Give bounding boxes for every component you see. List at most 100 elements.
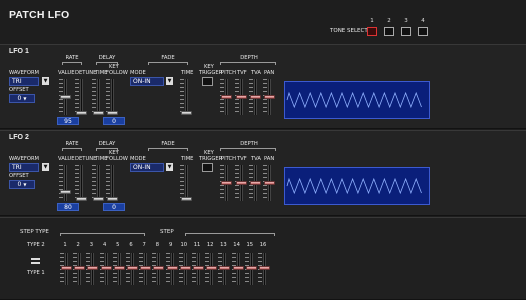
lfo1-label-pitch: PITCH [221,70,237,76]
lfo1-label-tva: TVA [251,70,261,76]
lfo1-rate-value-box[interactable]: 95 [57,117,79,125]
lfo2-fade-mode-value: ON-IN [133,164,151,171]
step-4-slider-knob[interactable] [100,266,112,270]
lfo2-rate-value-box[interactable]: 80 [57,203,79,211]
lfo2-offset-select[interactable]: 0 ▼ [9,180,35,189]
step-6-slider-knob[interactable] [127,266,138,270]
lfo1-fade-mode-select[interactable]: ON-IN [130,77,164,86]
lfo2-waveform-dropdown-icon[interactable]: ▼ [42,163,49,171]
lfo2-depth-header: DEPTH [240,141,258,147]
lfo2-delay-key-follow-value-box[interactable]: 0 [103,203,125,211]
lfo1-delay-key-follow-slider-knob[interactable] [107,111,118,115]
lfo1-panel: LFO 1 RATE DELAY FADE DEPTH VALUE DETUNE TIME FO… [0,44,526,129]
lfo2-rate-detune-slider-track[interactable] [80,165,83,201]
step-number-9: 9 [168,242,173,248]
step-14-slider-knob[interactable] [232,266,244,270]
tone-select-button-3[interactable] [401,27,411,36]
step-type-switch[interactable] [31,258,40,260]
lfo2-fade-time-slider-knob[interactable] [181,197,192,201]
step-number-5: 5 [116,242,120,248]
step-1-slider-knob[interactable] [61,266,72,270]
lfo2-fade-bracket [148,148,188,151]
step-number-11: 11 [193,242,201,248]
lfo1-label-fade_time: TIME [181,70,194,76]
lfo1-delay-time-slider-track[interactable] [97,79,100,115]
lfo1-rate-detune-slider-track[interactable] [80,79,83,115]
lfo2-delay-key-follow-slider-track[interactable] [111,165,114,201]
lfo1-label-offset: OFFSET [9,87,29,93]
lfo1-waveform-line [286,91,422,109]
step-12-slider-knob[interactable] [206,266,218,270]
step-number-15: 15 [246,242,254,248]
lfo2-depth-pitch-slider-knob[interactable] [221,181,232,185]
lfo1-key-trigger-button[interactable] [202,77,213,86]
lfo2-key-trigger-button[interactable] [202,163,213,172]
lfo1-delay-key-follow-value-box[interactable]: 0 [103,117,125,125]
step-number-6: 6 [129,242,133,248]
step-2-slider-knob[interactable] [74,266,86,270]
step-7-slider-knob[interactable] [140,266,152,270]
lfo1-depth-tvf-slider-knob[interactable] [236,95,247,99]
lfo1-fade-mode-value: ON-IN [133,78,151,85]
lfo2-rate-value-slider-ticks [59,165,63,201]
tone-number-2: 2 [387,18,391,24]
lfo1-waveform-select[interactable]: TRI [9,77,39,86]
lfo1-fade-mode-dropdown-icon[interactable]: ▼ [166,77,173,85]
step-13-slider-knob[interactable] [219,266,231,270]
lfo1-label-key-trigger: KEY [204,64,214,70]
step-number-12: 12 [206,242,214,248]
lfo2-fade-time-slider-track[interactable] [185,165,188,201]
lfo2-depth-tva-slider-knob[interactable] [250,181,261,185]
lfo2-rate-detune-slider-knob[interactable] [76,197,87,201]
tone-select-button-1[interactable] [367,27,377,36]
step-15-slider-knob[interactable] [245,266,257,270]
lfo1-fade-time-slider-knob[interactable] [181,111,192,115]
lfo1-delay-key-follow-slider-track[interactable] [111,79,114,115]
lfo2-waveform-select[interactable]: TRI [9,163,39,172]
lfo1-depth-pan-slider-knob[interactable] [264,95,275,99]
step-number-1: 1 [63,242,67,248]
step-bracket-left [60,233,145,236]
lfo1-depth-pitch-slider-knob[interactable] [221,95,232,99]
lfo2-fade-mode-select[interactable]: ON-IN [130,163,164,172]
lfo1-delay-time-slider-knob[interactable] [93,111,104,115]
step-type-label: STEP TYPE [20,229,49,235]
lfo2-rate-value-slider-knob[interactable] [60,190,71,194]
step-number-3: 3 [89,242,94,248]
lfo2-depth-pan-slider-knob[interactable] [264,181,275,185]
lfo2-depth-tvf-slider-knob[interactable] [236,181,247,185]
step-8-slider-knob[interactable] [153,266,165,270]
tone-number-3: 3 [404,18,408,24]
lfo2-rate-value-slider-track[interactable] [64,165,67,201]
lfo2-label-follow: FOLLOW [106,156,128,162]
lfo2-fade-mode-dropdown-icon[interactable]: ▼ [166,163,173,171]
lfo2-delay-time-slider-ticks [92,165,96,201]
lfo1-offset-select[interactable]: 0 ▼ [9,94,35,103]
step-3-slider-knob[interactable] [87,266,99,270]
tone-select-label: TONE SELECT [330,28,368,34]
step-11-slider-knob[interactable] [193,266,204,270]
step-16-slider-knob[interactable] [259,266,270,270]
lfo2-delay-time-slider-track[interactable] [97,165,100,201]
lfo1-fade-time-slider-track[interactable] [185,79,188,115]
step-number-4: 4 [102,242,107,248]
tone-select-button-2[interactable] [384,27,394,36]
step-number-13: 13 [220,242,227,248]
step-10-slider-knob[interactable] [179,266,191,270]
lfo1-fade-header: FADE [161,55,175,61]
lfo2-offset-value: 0 [17,181,22,188]
step-5-slider-knob[interactable] [113,266,125,270]
lfo2-delay-time-slider-knob[interactable] [93,197,104,201]
lfo2-delay-key-follow-slider-ticks [106,165,110,201]
lfo1-waveform-dropdown-icon[interactable]: ▼ [42,77,49,85]
lfo1-label-detune: DETUNE [75,70,97,76]
step-9-slider-knob[interactable] [166,266,178,270]
step-number-7: 7 [142,242,146,248]
lfo2-delay-key-follow-slider-knob[interactable] [107,197,118,201]
lfo1-fade-bracket [148,62,188,65]
lfo1-rate-value-slider-knob[interactable] [60,95,71,99]
tone-select-button-4[interactable] [418,27,428,36]
lfo1-depth-tva-slider-knob[interactable] [250,95,261,99]
lfo2-label-waveform: WAVEFORM [9,156,40,162]
lfo1-rate-detune-slider-knob[interactable] [76,111,87,115]
